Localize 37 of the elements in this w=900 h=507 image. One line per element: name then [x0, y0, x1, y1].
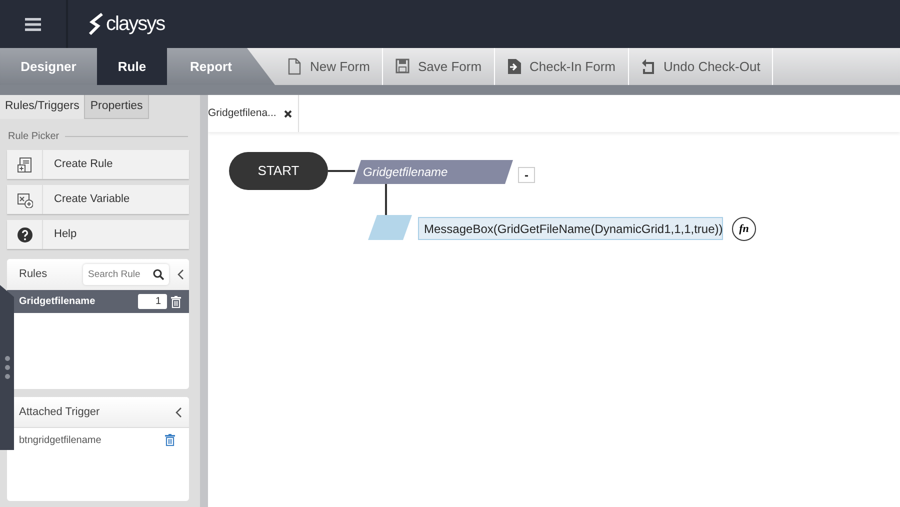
help-icon [16, 226, 32, 242]
connector-line [385, 184, 387, 215]
rule-item[interactable]: Gridgetfilename 1 [7, 290, 189, 313]
sidebar-tab[interactable]: Rules/Triggers [0, 95, 86, 119]
expression-field[interactable]: MessageBox(GridGetFileName(DynamicGrid1,1,1,true)) [418, 217, 723, 240]
logo-text: claysys [106, 12, 165, 37]
trash-icon [171, 296, 181, 308]
count-field[interactable]: 1 [138, 294, 167, 309]
logo-icon [88, 12, 104, 36]
search-icon [153, 269, 164, 280]
mode-tab[interactable]: Rule [97, 48, 167, 85]
search-field[interactable]: Search Rule [83, 264, 169, 285]
save-icon [394, 58, 410, 75]
trigger-name: btngridgetfilename [19, 434, 102, 448]
panel-title: Attached Trigger [19, 404, 100, 420]
function-button[interactable]: fn [732, 217, 756, 241]
collapse-icon [177, 269, 184, 280]
menu-icon [25, 18, 41, 30]
rule-name: Gridgetfilename [19, 295, 96, 309]
panel-title: Rules [19, 267, 48, 282]
picker-button[interactable]: Create Variable [7, 185, 189, 214]
picker-button[interactable]: Help [7, 220, 189, 249]
drawer-handle[interactable] [0, 285, 14, 450]
section-label: Rule Picker [8, 129, 200, 144]
start-node[interactable]: START [229, 152, 328, 190]
trash-icon [165, 434, 175, 446]
connector-line [328, 170, 355, 172]
check-in-icon [506, 58, 522, 75]
sidebar-tab[interactable]: Properties [85, 95, 149, 119]
variable-icon [16, 192, 32, 208]
collapse-icon [175, 406, 182, 418]
close-icon [284, 110, 292, 118]
document-icon [287, 58, 302, 75]
document-tab[interactable]: Gridgetfilena... [208, 95, 300, 132]
picker-button[interactable]: Create Rule [7, 150, 189, 179]
undo-icon [640, 58, 656, 75]
collapse-button[interactable]: - [518, 167, 535, 183]
